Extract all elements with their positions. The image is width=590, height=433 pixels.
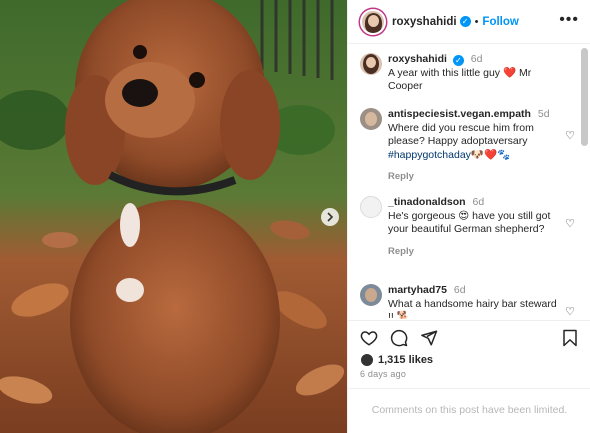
comment-bubble-icon[interactable] [390, 329, 408, 347]
likes-text: 1,315 likes [378, 354, 434, 366]
caption: roxyshahidi ✓ 6d A year with this little… [360, 53, 575, 94]
comment-username[interactable]: _tinadonaldson [388, 196, 466, 208]
caption-text: A year with this little guy ❤️ Mr Cooper [388, 66, 532, 93]
save-bookmark-icon[interactable] [561, 329, 579, 347]
comment-text: What a handsome hairy bar steward !! 🐕 [388, 297, 557, 320]
more-options-icon[interactable]: ••• [559, 12, 579, 28]
verified-badge-icon: ✓ [459, 16, 471, 27]
dog-photo [0, 0, 347, 433]
comment-emoji: 🐶❤️🐾 [470, 148, 511, 161]
comment-time: 5d [537, 108, 550, 120]
liker-avatar [360, 353, 374, 367]
follow-button[interactable]: Follow [482, 16, 518, 28]
commenter-avatar[interactable] [360, 284, 382, 306]
post-actions: 1,315 likes 6 days ago [348, 320, 590, 410]
divider [348, 388, 590, 389]
chevron-right-icon [327, 212, 334, 222]
comments-scrollbar[interactable] [581, 48, 588, 146]
like-heart-icon[interactable] [360, 329, 378, 347]
post-header: roxyshahidi ✓ • Follow ••• [348, 0, 590, 44]
reply-button[interactable]: Reply [388, 245, 560, 259]
post-view: roxyshahidi ✓ • Follow ••• roxyshahidi ✓… [0, 0, 590, 433]
comment-time: 6d [453, 284, 466, 296]
post-photo[interactable] [0, 0, 347, 433]
comments-limited-notice: Comments on this post have been limited. [371, 404, 568, 416]
commenter-avatar[interactable] [360, 108, 382, 130]
hashtag-link[interactable]: #happygotchaday [388, 149, 471, 161]
comment-text: He's gorgeous 😍 have you still got your … [388, 209, 551, 236]
comment-text: Where did you rescue him from please? Ha… [388, 122, 560, 163]
separator-dot: • [474, 15, 479, 28]
reply-button[interactable]: Reply [388, 170, 560, 184]
verified-badge-icon: ✓ [452, 55, 464, 67]
caption-username[interactable]: roxyshahidi [388, 53, 447, 65]
comment-item: martyhad75 6d What a handsome hairy bar … [360, 284, 575, 319]
likes-count[interactable]: 1,315 likes [360, 353, 433, 367]
share-send-icon[interactable] [420, 329, 438, 347]
comment-item: _tinadonaldson 6d He's gorgeous 😍 have y… [360, 196, 575, 258]
comments-list[interactable]: roxyshahidi ✓ 6d A year with this little… [348, 45, 590, 319]
comment-item: antispeciesist.vegan.empath 5d Where did… [360, 108, 575, 184]
commenter-avatar[interactable] [360, 196, 382, 218]
like-comment-icon[interactable]: ♡ [565, 306, 575, 319]
next-image-button[interactable] [321, 208, 339, 226]
comment-text-body: Where did you rescue him from please? Ha… [388, 121, 534, 148]
action-icons [360, 329, 438, 347]
comment-time: 6d [472, 196, 485, 208]
caption-time: 6d [470, 53, 483, 65]
post-side-panel: roxyshahidi ✓ • Follow ••• roxyshahidi ✓… [347, 0, 590, 433]
like-comment-icon[interactable]: ♡ [565, 130, 575, 144]
comment-username[interactable]: antispeciesist.vegan.empath [388, 108, 531, 120]
author-avatar[interactable] [360, 8, 386, 35]
author-username[interactable]: roxyshahidi [392, 16, 457, 28]
comment-username[interactable]: martyhad75 [388, 284, 447, 296]
post-date: 6 days ago [360, 369, 407, 379]
caption-avatar[interactable] [360, 53, 382, 75]
like-comment-icon[interactable]: ♡ [565, 218, 575, 232]
